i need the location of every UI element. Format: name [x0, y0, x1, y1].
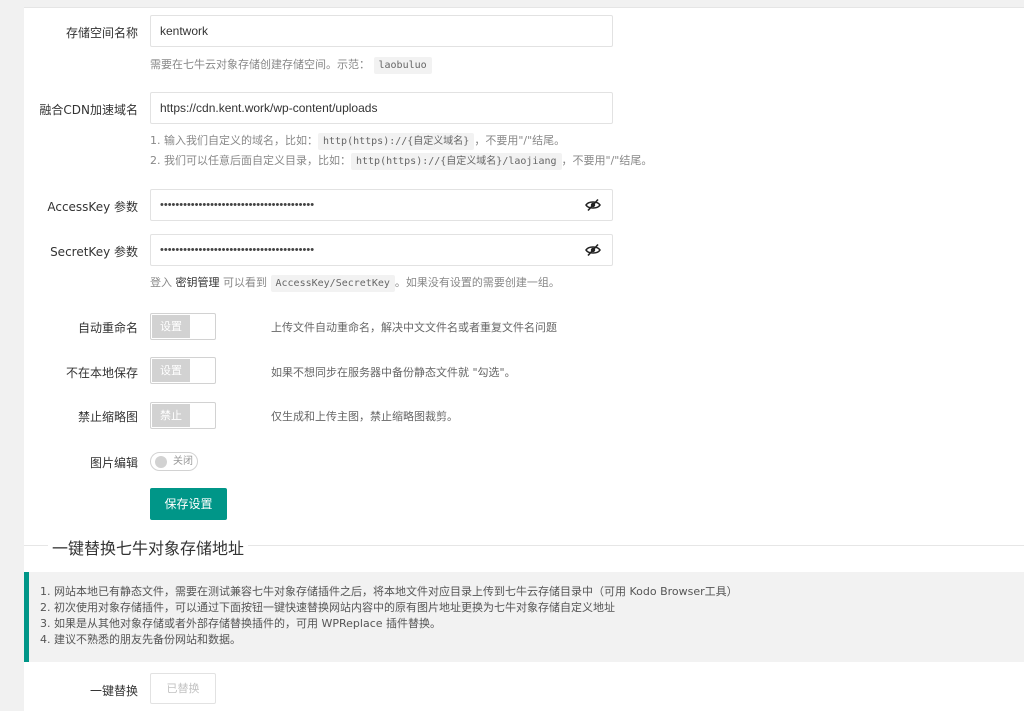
image-edit-label: 图片编辑 — [89, 456, 138, 470]
bucket-hint-code: laobuluo — [373, 57, 432, 74]
replace-section-title: 一键替换七牛对象存储地址 — [48, 535, 249, 559]
cdn-hint-2-text: 2. 我们可以任意后面自定义目录，比如： — [150, 154, 351, 167]
no-thumb-label: 禁止缩略图 — [77, 410, 138, 424]
one-click-replace-label: 一键替换 — [89, 684, 138, 698]
notice-line: 3. 如果是从其他对象存储或者外部存储替换插件的，可用 WPReplace 插件… — [40, 617, 442, 630]
secret-key-hint-suffix: 。如果没有设置的需要创建一组。 — [394, 276, 560, 289]
notice-line: 1. 网站本地已有静态文件，需要在测试兼容七牛对象存储插件之后，将本地文件对应目… — [40, 585, 738, 598]
eye-off-icon[interactable] — [585, 242, 601, 258]
replace-notice: 1. 网站本地已有静态文件，需要在测试兼容七牛对象存储插件之后，将本地文件对应目… — [24, 572, 1024, 662]
access-key-value: •••••••••••••••••••••••••••••••••••••••• — [160, 199, 315, 211]
image-edit-toggle-text: 关闭 — [173, 456, 193, 467]
no-thumb-switch[interactable]: 禁止 — [150, 402, 216, 429]
cdn-hint-2: 2. 我们可以任意后面自定义目录，比如： http(https)://{自定义域名… — [150, 152, 652, 170]
no-local-switch[interactable]: 设置 — [150, 357, 216, 384]
bucket-input[interactable]: kentwork — [150, 15, 613, 47]
secret-key-value: •••••••••••••••••••••••••••••••••••••••• — [160, 244, 315, 256]
save-settings-button[interactable]: 保存设置 — [150, 488, 227, 520]
secret-key-hint-prefix: 登入 — [150, 276, 172, 289]
access-key-input[interactable]: •••••••••••••••••••••••••••••••••••••••• — [150, 189, 613, 221]
no-local-label: 不在本地保存 — [65, 366, 138, 380]
auto-rename-switch[interactable]: 设置 — [150, 313, 216, 340]
no-local-desc: 如果不想同步在服务器中备份静态文件就 "勾选"。 — [271, 366, 516, 379]
cdn-label: 融合CDN加速域名 — [39, 103, 138, 117]
cdn-hint-1-code: http(https)://{自定义域名} — [318, 133, 475, 150]
notice-line: 2. 初次使用对象存储插件，可以通过下面按钮一键快速替换网站内容中的原有图片地址… — [40, 601, 615, 614]
toggle-knob — [155, 456, 167, 468]
secret-key-hint-mid: 可以看到 — [223, 276, 267, 289]
secret-key-hint-code: AccessKey/SecretKey — [270, 275, 395, 292]
auto-rename-label: 自动重命名 — [77, 321, 138, 335]
eye-off-icon[interactable] — [585, 197, 601, 213]
secret-key-input[interactable]: •••••••••••••••••••••••••••••••••••••••• — [150, 234, 613, 266]
auto-rename-switch-text: 设置 — [152, 315, 190, 338]
cdn-input[interactable]: https://cdn.kent.work/wp-content/uploads — [150, 92, 613, 124]
image-edit-toggle[interactable]: 关闭 — [150, 452, 198, 471]
cdn-hint-1-text: 1. 输入我们自定义的域名，比如： — [150, 134, 318, 147]
no-thumb-switch-text: 禁止 — [152, 404, 190, 427]
no-thumb-desc: 仅生成和上传主图，禁止缩略图裁剪。 — [271, 410, 458, 423]
cdn-hint-2-suffix: ，不要用"/"结尾。 — [561, 154, 653, 167]
auto-rename-desc: 上传文件自动重命名，解决中文文件名或者重复文件名问题 — [271, 321, 557, 334]
no-local-switch-text: 设置 — [152, 359, 190, 382]
cdn-hint-1: 1. 输入我们自定义的域名，比如： http(https)://{自定义域名} ，不… — [150, 132, 565, 150]
bucket-hint-text: 需要在七牛云对象存储创建存储空间。示范： — [150, 58, 370, 71]
bucket-label: 存储空间名称 — [65, 26, 138, 40]
cdn-hint-1-suffix: ，不要用"/"结尾。 — [474, 134, 566, 147]
secret-key-label: SecretKey 参数 — [50, 245, 138, 259]
key-management-link[interactable]: 密钥管理 — [176, 276, 220, 289]
top-bar — [0, 0, 1024, 8]
secret-key-hint: 登入 密钥管理 可以看到 AccessKey/SecretKey 。如果没有设置的… — [150, 274, 560, 292]
left-sidebar-edge — [0, 0, 24, 711]
replace-button[interactable]: 已替换 — [150, 673, 216, 704]
bucket-hint: 需要在七牛云对象存储创建存储空间。示范： laobuluo — [150, 56, 432, 74]
notice-line: 4. 建议不熟悉的朋友先备份网站和数据。 — [40, 633, 241, 646]
access-key-label: AccessKey 参数 — [47, 200, 138, 214]
cdn-hint-2-code: http(https)://{自定义域名}/laojiang — [351, 153, 562, 170]
